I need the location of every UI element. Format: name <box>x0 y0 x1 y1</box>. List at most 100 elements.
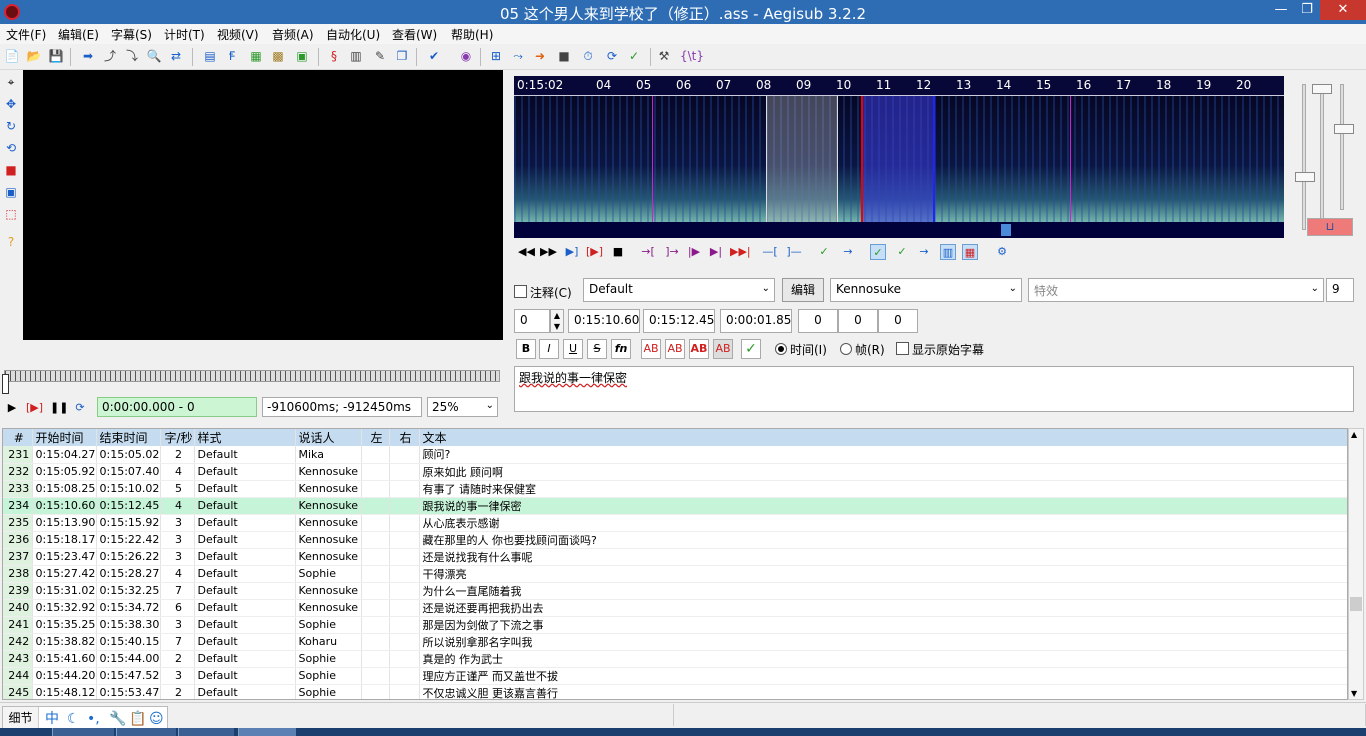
column-header[interactable]: 右 <box>389 429 420 446</box>
table-row[interactable]: 233 0:15:08.25 0:15:10.02 5 Default Kennosuke… <box>3 480 1347 498</box>
options-icon[interactable]: ⚒ <box>656 48 672 64</box>
goto-icon[interactable]: → <box>840 244 856 260</box>
zoom-slider-track[interactable] <box>1320 84 1324 230</box>
play-current-line-icon[interactable]: [▶] <box>586 244 603 260</box>
table-row[interactable]: 231 0:15:04.27 0:15:05.02 2 Default Mika 顾问? <box>3 446 1347 464</box>
play-icon[interactable]: ▶ <box>4 400 20 416</box>
end-time-field[interactable]: 0:15:12.45 <box>643 309 715 333</box>
menu-file[interactable]: 文件(F) <box>6 26 46 43</box>
new-file-icon[interactable]: 📄 <box>4 48 20 64</box>
underline-button[interactable]: U <box>563 339 583 359</box>
video-zoom-icon[interactable]: ⊞ <box>488 48 504 64</box>
frame-radio[interactable] <box>840 343 852 355</box>
table-row[interactable]: 245 0:15:48.12 0:15:53.47 2 Default Sophie 不仅忠… <box>3 684 1347 699</box>
subtitle-grid[interactable]: # 开始时间 结束时间 字/秒 样式 说话人左右文本 231 0:15:04.27 0:15:… <box>2 428 1348 700</box>
effect-input[interactable]: 特效 ⌄ <box>1028 278 1324 302</box>
automation-icon[interactable]: ◉ <box>458 48 474 64</box>
play-last-500ms-icon[interactable]: ▶| <box>708 244 724 260</box>
auto-scroll-icon[interactable]: ⟳ <box>72 400 88 416</box>
video-display[interactable] <box>23 70 503 340</box>
next-line-on-commit-icon[interactable]: ✓ <box>894 244 910 260</box>
menu-view[interactable]: 查看(W) <box>392 26 437 43</box>
play-first-500ms-icon[interactable]: |▶ <box>686 244 702 260</box>
font-button[interactable]: fn <box>611 339 631 359</box>
show-original-checkbox[interactable] <box>896 342 909 355</box>
menu-automation[interactable]: 自动化(U) <box>326 26 380 43</box>
column-header[interactable]: 字/秒 <box>160 429 195 446</box>
play-to-end-icon[interactable]: ▶▶| <box>730 244 751 260</box>
column-header[interactable]: 说话人 <box>295 429 362 446</box>
outline-color-button[interactable]: AB <box>689 339 709 359</box>
margin-left-field[interactable]: 0 <box>798 309 838 333</box>
rotate-z-icon[interactable]: ↻ <box>3 118 19 134</box>
strikeout-button[interactable]: S <box>587 339 607 359</box>
styling-assistant-icon[interactable]: ▣ <box>294 48 310 64</box>
translation-assistant-icon[interactable]: § <box>326 48 342 64</box>
emoji-icon[interactable]: ☺ <box>149 711 164 727</box>
snap-keyframe-icon[interactable]: ⤳ <box>510 48 526 64</box>
taskbar-item[interactable] <box>52 728 114 736</box>
table-row[interactable]: 236 0:15:18.17 0:15:22.42 3 Default Kennosuke… <box>3 531 1347 549</box>
wrench-icon[interactable]: 🔧 <box>109 711 126 727</box>
close-button[interactable]: ✕ <box>1320 0 1366 20</box>
drag-tool-icon[interactable]: ✥ <box>3 96 19 112</box>
auto-commit-icon[interactable]: ✓ <box>870 244 886 260</box>
table-row[interactable]: 242 0:15:38.82 0:15:40.15 7 Default Koharu 所以说… <box>3 633 1347 651</box>
table-row[interactable]: 243 0:15:41.60 0:15:44.00 2 Default Sophie 真是的… <box>3 650 1347 668</box>
video-seek-bar[interactable] <box>4 370 500 382</box>
scale-tool-icon[interactable]: ■ <box>3 162 19 178</box>
punctuation-icon[interactable]: •, <box>87 711 100 727</box>
find-icon[interactable]: 🔍 <box>146 48 162 64</box>
column-header[interactable]: 左 <box>361 429 390 446</box>
pause-icon[interactable]: ❚❚ <box>50 400 68 416</box>
zoom-slider-knob[interactable] <box>1312 84 1332 94</box>
clipboard-icon[interactable]: 📋 <box>129 711 146 727</box>
properties-icon[interactable]: ▦ <box>248 48 264 64</box>
maximize-button[interactable]: ❐ <box>1294 0 1320 20</box>
taskbar-item[interactable] <box>238 728 296 736</box>
italic-button[interactable]: I <box>539 339 559 359</box>
subtitle-text-editor[interactable]: 跟我说的事一律保密 <box>514 366 1354 412</box>
active-line-selection[interactable] <box>861 96 935 222</box>
vertical-zoom-knob[interactable] <box>1295 172 1315 182</box>
commit-icon[interactable]: ✓ <box>816 244 832 260</box>
comment-checkbox[interactable] <box>514 285 527 298</box>
shadow-color-button[interactable]: AB <box>713 339 733 359</box>
margin-right-field[interactable]: 0 <box>838 309 878 333</box>
actor-select[interactable]: Kennosuke ⌄ <box>830 278 1022 302</box>
spectrum-icon[interactable]: ▥ <box>940 244 956 260</box>
lead-in-icon[interactable]: —[ <box>762 244 778 260</box>
edit-style-button[interactable]: 编辑 <box>782 278 824 302</box>
play-500ms-after-icon[interactable]: ]→ <box>664 244 680 260</box>
fonts-collector-icon[interactable]: Ꞙ <box>224 48 240 64</box>
secondary-color-button[interactable]: AB <box>665 339 685 359</box>
menu-timing[interactable]: 计时(T) <box>164 26 205 43</box>
resample-icon[interactable]: ▥ <box>348 48 364 64</box>
table-row[interactable]: 234 0:15:10.60 0:15:12.45 4 Default Kennosuke… <box>3 497 1347 515</box>
kanji-timer-icon[interactable]: ❐ <box>394 48 410 64</box>
taskbar-item[interactable] <box>178 728 234 736</box>
table-row[interactable]: 238 0:15:27.42 0:15:28.27 4 Default Sophie 干得漂… <box>3 565 1347 583</box>
margin-vertical-field[interactable]: 0 <box>878 309 918 333</box>
duration-field[interactable]: 0:00:01.85 <box>720 309 792 333</box>
table-row[interactable]: 232 0:15:05.92 0:15:07.40 4 Default Kennosuke… <box>3 463 1347 481</box>
primary-color-button[interactable]: AB <box>641 339 661 359</box>
seek-thumb[interactable] <box>2 374 9 394</box>
column-header[interactable]: 文本 <box>419 429 1347 446</box>
tags-toggle-icon[interactable]: {\t} <box>680 48 704 64</box>
timing-postprocessor-icon[interactable]: ✎ <box>372 48 388 64</box>
vector-clip-icon[interactable]: ⬚ <box>3 206 19 222</box>
menu-edit[interactable]: 编辑(E) <box>58 26 99 43</box>
column-header[interactable]: 开始时间 <box>32 429 97 446</box>
check-icon[interactable]: ✓ <box>626 48 642 64</box>
lead-out-icon[interactable]: ]— <box>786 244 802 260</box>
grid-scrollbar[interactable]: ▲ ▼ <box>1348 428 1364 700</box>
video-zoom-select[interactable]: 25% ⌄ <box>427 397 498 417</box>
style-select[interactable]: Default ⌄ <box>583 278 775 302</box>
audio-link-toggle[interactable]: ⊔ <box>1307 218 1353 236</box>
vertical-zoom-track[interactable] <box>1302 84 1306 230</box>
stop-icon[interactable]: ■ <box>610 244 626 260</box>
time-radio[interactable] <box>775 343 787 355</box>
menu-help[interactable]: 帮助(H) <box>451 26 493 43</box>
jump-video-icon[interactable]: ➡ <box>80 48 96 64</box>
